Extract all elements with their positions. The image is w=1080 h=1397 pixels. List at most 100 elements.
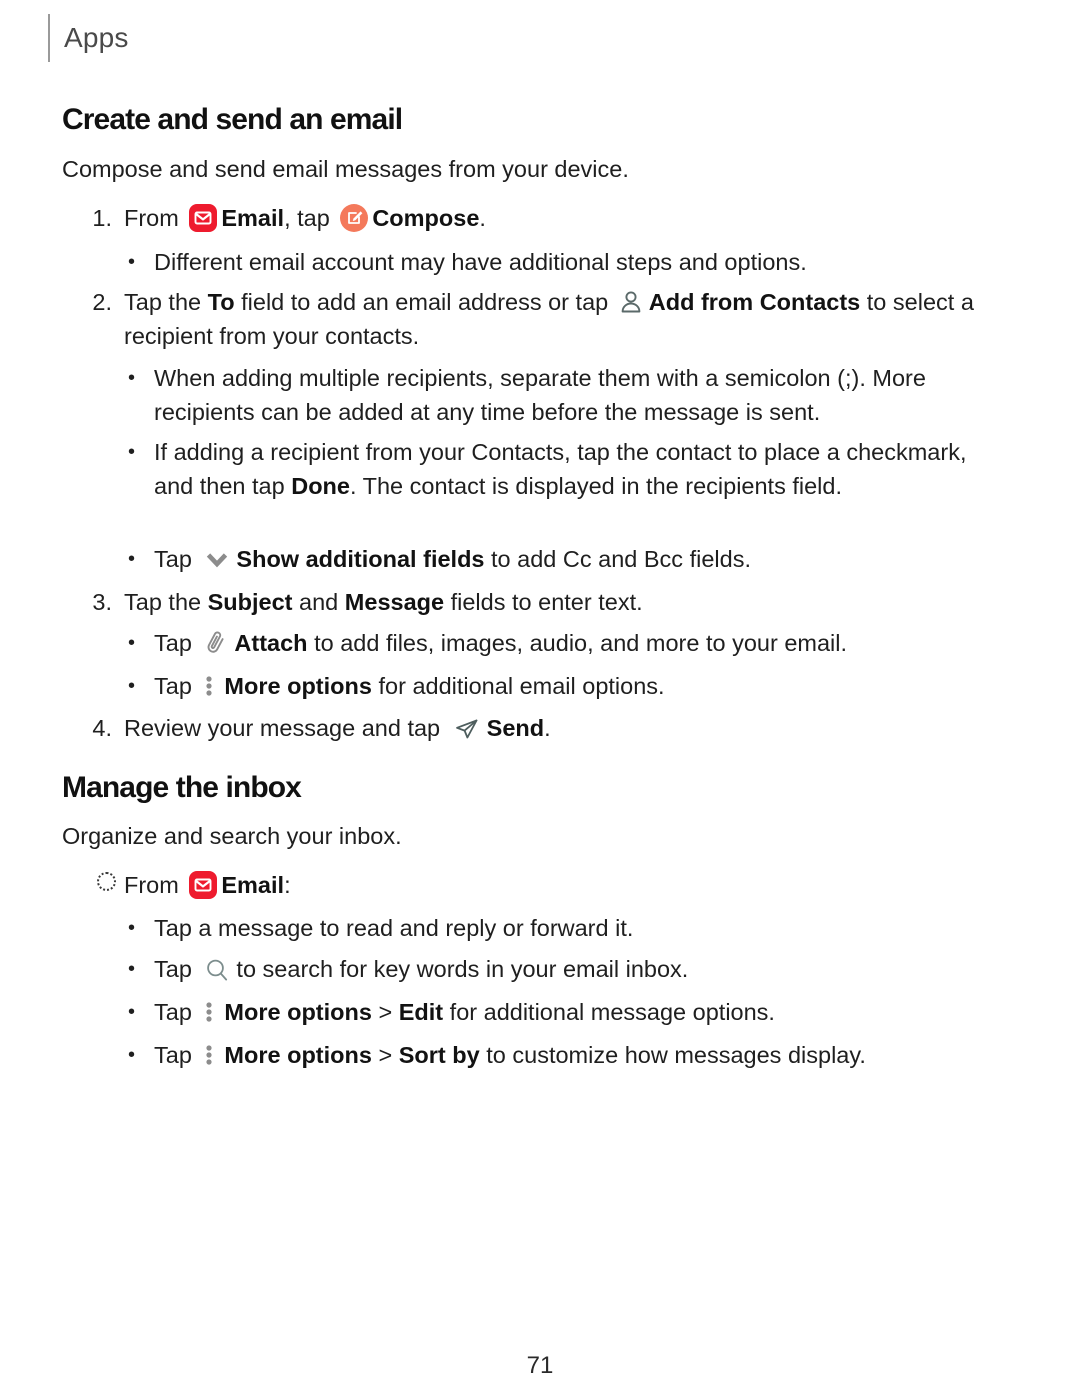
- bullet-marker: •: [128, 367, 136, 389]
- bullet-marker: •: [128, 958, 136, 980]
- step-3-bold-subject: Subject: [207, 589, 293, 615]
- manage-bullet-3-text-e: for additional message options.: [449, 999, 775, 1025]
- step-2-bold-add-from-contacts: Add from Contacts: [648, 289, 861, 315]
- step-3-bullet-2: • Tap More options for additional email …: [128, 669, 1008, 703]
- manual-page: Apps Create and send an email Compose an…: [0, 0, 1080, 1397]
- step-1-text-a: From: [124, 205, 179, 231]
- manage-bullet-1-text: Tap a message to read and reply or forwa…: [154, 915, 634, 941]
- step-2-text-c: field to add an email address or tap: [241, 289, 609, 315]
- step-3: 3. Tap the Subject and Message fields to…: [84, 585, 984, 619]
- step-3-marker: 3.: [92, 589, 112, 615]
- step-1: 1. From Email, tap Compose.: [84, 201, 984, 235]
- more-options-icon[interactable]: [201, 671, 217, 701]
- bullet-marker: •: [128, 1044, 136, 1066]
- add-from-contacts-icon[interactable]: [617, 287, 645, 317]
- manage-bullet-4: • Tap More options > Sort by to customiz…: [128, 1038, 1028, 1072]
- step-4-content: Review your message and tap Send.: [124, 711, 984, 745]
- step-2-bullet-1-text: When adding multiple recipients, separat…: [154, 365, 926, 425]
- manage-bullet-1: • Tap a message to read and reply or for…: [128, 911, 1008, 945]
- step-1-marker: 1.: [92, 205, 112, 231]
- manage-bullet-3-content: Tap More options > Edit for additional m…: [154, 995, 1008, 1029]
- step-1-text-e: .: [479, 205, 486, 231]
- manage-bullet-3: • Tap More options > Edit for additional…: [128, 995, 1008, 1029]
- manage-step-bold-email: Email: [221, 872, 285, 898]
- step-4-text-a: Review your message and tap: [124, 715, 441, 741]
- manage-bullet-2-text-a: Tap: [154, 956, 192, 982]
- step-2-bullet-3-bold-show-additional-fields: Show additional fields: [236, 546, 485, 572]
- step-1-bullet-1-text: Different email account may have additio…: [154, 249, 807, 275]
- bullet-marker: •: [128, 548, 136, 570]
- step-3-bullet-1-content: Tap Attach to add files, images, audio, …: [154, 626, 1008, 660]
- step-1-bold-email: Email: [221, 205, 285, 231]
- bullet-marker: •: [128, 632, 136, 654]
- step-2-content: Tap the To field to add an email address…: [124, 285, 1012, 353]
- manage-bullet-4-separator: >: [378, 1042, 393, 1068]
- step-3-bullet-1-text-a: Tap: [154, 630, 192, 656]
- step-2-bullet-2-bold-done: Done: [291, 473, 350, 499]
- step-3-bullet-2-text-a: Tap: [154, 673, 192, 699]
- email-app-icon[interactable]: [188, 870, 218, 900]
- section-intro-manage: Organize and search your inbox.: [62, 823, 402, 849]
- manage-step-text-a: From: [124, 872, 179, 898]
- chevron-down-icon[interactable]: [202, 544, 232, 574]
- step-3-bullet-1-bold-attach: Attach: [234, 630, 308, 656]
- section-intro-create: Compose and send email messages from you…: [62, 156, 629, 182]
- more-options-icon[interactable]: [201, 1040, 217, 1070]
- attach-paperclip-icon[interactable]: [202, 628, 230, 658]
- step-1-text-c: , tap: [284, 205, 330, 231]
- bullet-marker: •: [128, 675, 136, 697]
- manage-bullet-3-bold-edit: Edit: [398, 999, 444, 1025]
- step-1-content: From Email, tap Compose.: [124, 201, 984, 235]
- bullet-marker: •: [128, 251, 136, 273]
- dotted-circle-glyph: [96, 872, 116, 891]
- step-2-bullet-3-text-c: to add Cc and Bcc fields.: [491, 546, 751, 572]
- step-1-bullet-1: • Different email account may have addit…: [128, 245, 1008, 279]
- manage-bullet-3-separator: >: [378, 999, 393, 1025]
- step-2-text-a: Tap the: [124, 289, 202, 315]
- step-3-content: Tap the Subject and Message fields to en…: [124, 585, 984, 619]
- step-2-bullet-2-content: If adding a recipient from your Contacts…: [154, 435, 988, 503]
- step-2-bullet-2-text-c: . The contact is displayed in the recipi…: [349, 473, 842, 499]
- step-3-bullet-1: • Tap Attach to add files, images, audio…: [128, 626, 1008, 660]
- manage-step-text-c: :: [284, 872, 291, 898]
- manage-bullet-4-text-a: Tap: [154, 1042, 192, 1068]
- step-2-bullet-1: • When adding multiple recipients, separ…: [128, 361, 998, 429]
- step-2-marker: 2.: [92, 289, 112, 315]
- step-2-bullet-3: • Tap Show additional fields to add Cc a…: [128, 542, 1008, 576]
- manage-bullet-4-text-e: to customize how messages display.: [486, 1042, 866, 1068]
- bullet-marker: •: [128, 441, 136, 463]
- step-3-bullet-2-text-c: for additional email options.: [378, 673, 665, 699]
- running-header-label: Apps: [64, 22, 129, 53]
- step-3-bold-message: Message: [344, 589, 445, 615]
- search-icon[interactable]: [202, 955, 232, 985]
- email-app-icon[interactable]: [188, 203, 218, 233]
- manage-bullet-4-bold-more-options: More options: [224, 1042, 372, 1068]
- step-2-bullet-3-text-a: Tap: [154, 546, 192, 572]
- step-3-bullet-2-bold-more-options: More options: [224, 673, 372, 699]
- step-3-bullet-1-text-c: to add files, images, audio, and more to…: [314, 630, 848, 656]
- manage-bullet-2-content: Tap to search for key words in your emai…: [154, 952, 1008, 986]
- step-4: 4. Review your message and tap Send.: [84, 711, 984, 745]
- section-title-create-and-send-an-email: Create and send an email: [62, 103, 403, 136]
- bullet-marker: •: [128, 917, 136, 939]
- step-2: 2. Tap the To field to add an email addr…: [84, 285, 1012, 353]
- page-number: 71: [526, 1352, 554, 1379]
- manage-bullet-3-text-a: Tap: [154, 999, 192, 1025]
- step-3-text-e: fields to enter text.: [450, 589, 643, 615]
- send-icon[interactable]: [451, 713, 483, 743]
- dotted-circle-bullet-icon: [84, 868, 124, 902]
- step-3-text-a: Tap the: [124, 589, 202, 615]
- step-1-bold-compose: Compose: [372, 205, 480, 231]
- section-title-manage-the-inbox: Manage the inbox: [62, 771, 302, 804]
- step-2-bold-to: To: [207, 289, 235, 315]
- compose-icon[interactable]: [339, 203, 369, 233]
- step-4-bold-send: Send: [486, 715, 545, 741]
- manage-bullet-4-content: Tap More options > Sort by to customize …: [154, 1038, 1028, 1072]
- step-3-text-c: and: [299, 589, 339, 615]
- step-3-bullet-2-content: Tap More options for additional email op…: [154, 669, 1008, 703]
- bullet-marker: •: [128, 1001, 136, 1023]
- header-divider-rule: [48, 14, 50, 62]
- manage-bullet-4-bold-sort-by: Sort by: [398, 1042, 480, 1068]
- more-options-icon[interactable]: [201, 997, 217, 1027]
- step-4-text-c: .: [544, 715, 551, 741]
